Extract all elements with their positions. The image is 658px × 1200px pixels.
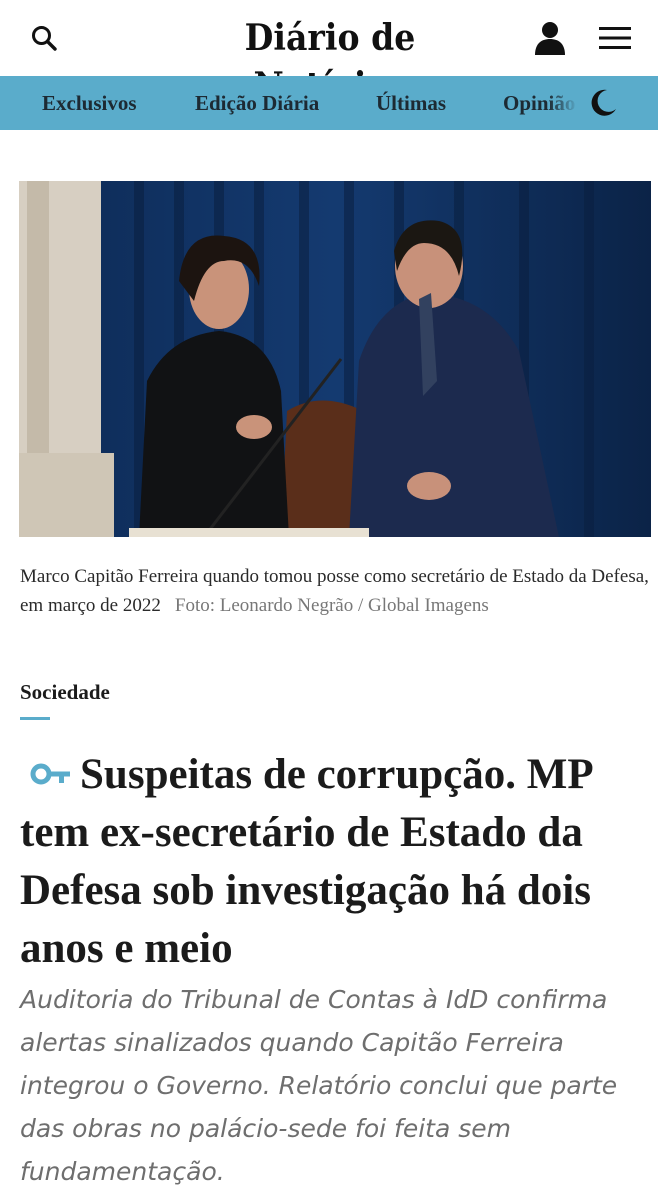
nav-item-exclusivos[interactable]: Exclusivos <box>42 76 137 130</box>
search-icon <box>32 26 57 51</box>
section-label[interactable]: Sociedade <box>20 680 110 705</box>
user-icon <box>535 22 565 55</box>
article-headline: Suspeitas de corrupção. MP tem ex-secret… <box>20 744 650 978</box>
top-bar: Diário de Notícias <box>0 0 658 107</box>
menu-icon <box>599 27 631 49</box>
menu-button[interactable] <box>590 0 640 76</box>
section-nav: Exclusivos Edição Diária Últimas Opinião <box>0 76 658 130</box>
key-icon <box>30 744 72 802</box>
headline-text: Suspeitas de corrupção. MP tem ex-secret… <box>20 751 592 972</box>
article-lede: Auditoria do Tribunal de Contas à IdD co… <box>20 985 618 1186</box>
dark-mode-toggle[interactable] <box>576 76 630 130</box>
article-photo <box>19 181 651 537</box>
nav-item-edicao-diaria[interactable]: Edição Diária <box>195 76 319 130</box>
account-button[interactable] <box>526 0 574 76</box>
photo-credit: Foto: Leonardo Negrão / Global Imagens <box>174 595 489 616</box>
moon-icon <box>591 89 616 116</box>
photo-caption: Marco Capitão Ferreira quando tomou poss… <box>20 562 654 620</box>
nav-item-ultimas[interactable]: Últimas <box>376 76 446 130</box>
section-underline <box>20 717 50 720</box>
search-button[interactable] <box>20 0 68 76</box>
